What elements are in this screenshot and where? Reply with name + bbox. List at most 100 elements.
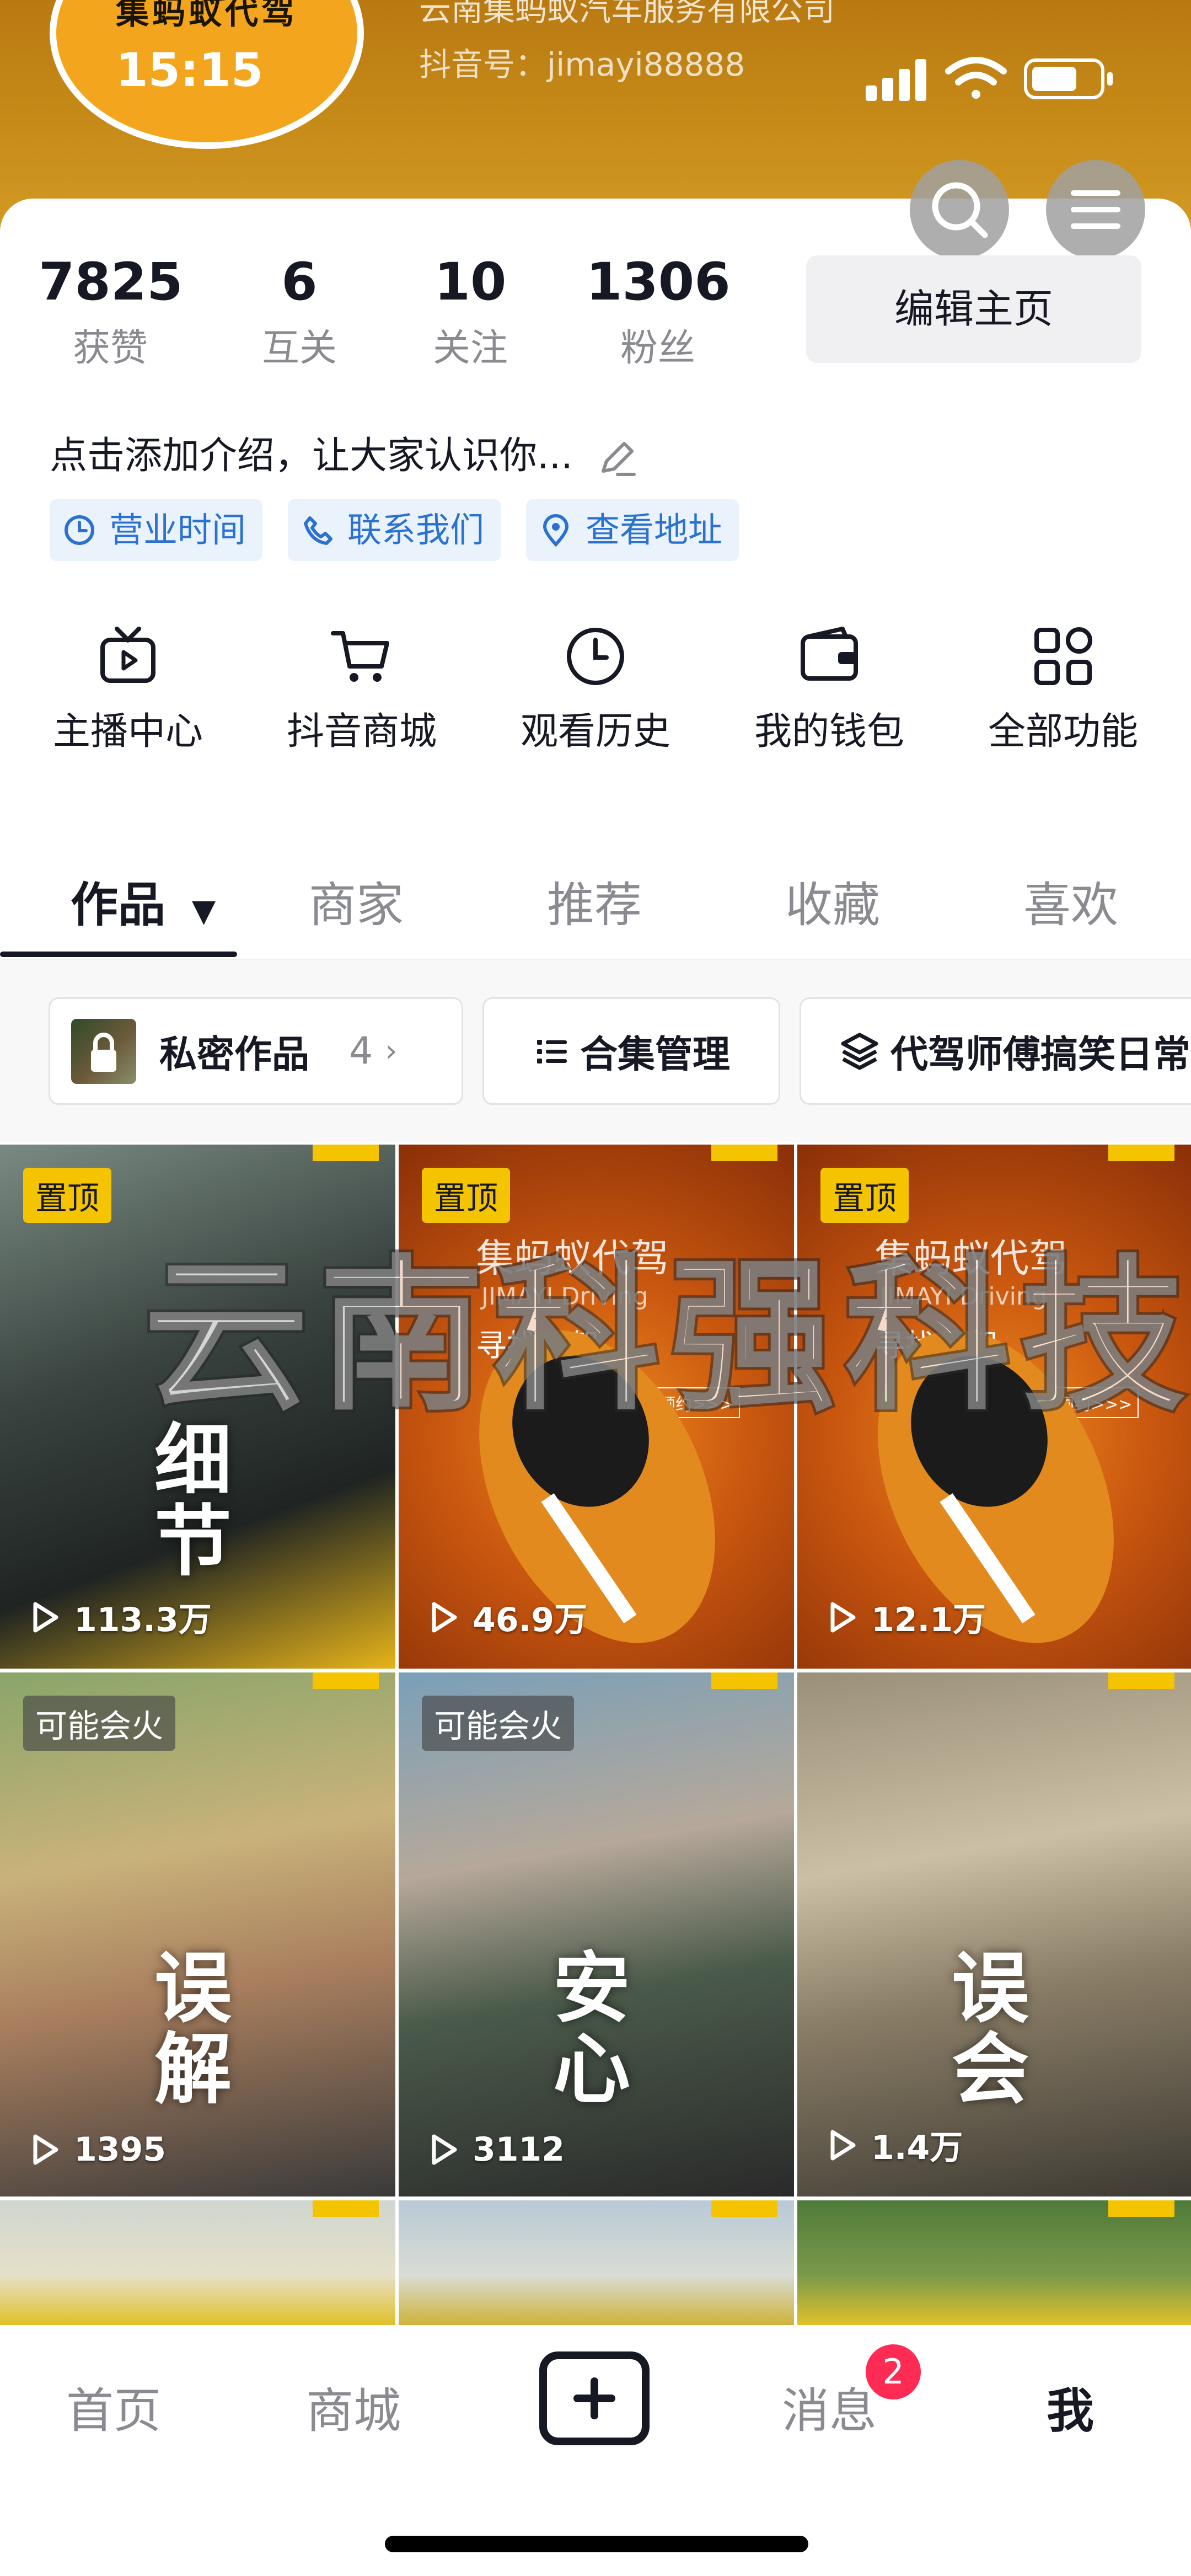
wifi-icon <box>945 57 1007 99</box>
hamburger-menu-icon <box>1071 190 1120 229</box>
function-all-features[interactable]: 全部功能 <box>964 623 1162 755</box>
play-count: 46.9万 <box>425 1593 587 1641</box>
play-icon <box>830 2130 856 2160</box>
function-my-wallet[interactable]: 我的钱包 <box>730 623 929 755</box>
trending-badge: 可能会火 <box>23 1696 176 1751</box>
function-label: 全部功能 <box>988 710 1138 753</box>
video-tile[interactable]: 可能会火 误解 1395 <box>0 1672 395 2196</box>
home-indicator <box>385 2536 808 2552</box>
chip-label: 代驾师傅搞笑日常 <box>890 1033 1191 1077</box>
tag-label: 查看地址 <box>586 510 723 550</box>
private-works-count: 4 <box>349 1029 373 1073</box>
tag-label: 联系我们 <box>347 510 485 550</box>
tag-view-address[interactable]: 查看地址 <box>526 499 739 561</box>
stat-label: 粉丝 <box>620 327 695 371</box>
function-label: 抖音商城 <box>286 710 437 753</box>
function-douyin-mall[interactable]: 抖音商城 <box>262 623 461 755</box>
stat-value: 7825 <box>39 252 183 312</box>
video-tile[interactable] <box>797 2200 1191 2325</box>
playlist-chip[interactable]: 代驾师傅搞笑日常 <box>800 997 1191 1105</box>
watermark-text: 云南科强科技 <box>141 1238 1191 1436</box>
stat-value: 10 <box>434 252 507 312</box>
layers-icon <box>841 1033 878 1070</box>
nav-home[interactable]: 首页 <box>66 2372 161 2441</box>
stat-following[interactable]: 10 关注 <box>399 254 542 372</box>
search-icon <box>932 182 988 238</box>
brand-tag <box>313 2200 379 2217</box>
brand-tag <box>1108 2200 1174 2217</box>
stat-value: 6 <box>281 252 318 312</box>
function-label: 观看历史 <box>520 710 670 753</box>
video-tile[interactable] <box>0 2200 395 2325</box>
function-watch-history[interactable]: 观看历史 <box>496 623 695 755</box>
nav-me[interactable]: 我 <box>1047 2372 1094 2441</box>
play-icon <box>830 1602 856 1632</box>
video-caption: 误会 <box>952 1944 1029 2115</box>
status-bar-time: 15:15 <box>116 43 264 97</box>
tab-works[interactable]: 作品 ▼ <box>71 866 216 935</box>
plus-icon <box>573 2377 615 2419</box>
battery-icon <box>1024 58 1113 99</box>
trending-badge: 可能会火 <box>422 1696 575 1751</box>
pencil-edit-icon <box>602 442 636 477</box>
private-works-chip[interactable]: 私密作品 4 › <box>49 997 463 1105</box>
tag-contact-us[interactable]: 联系我们 <box>288 499 501 561</box>
private-works-thumbnail <box>71 1018 136 1084</box>
tab-favorites[interactable]: 收藏 <box>785 866 880 935</box>
menu-button[interactable] <box>1046 160 1145 259</box>
tab-recommended[interactable]: 推荐 <box>547 866 642 935</box>
unread-messages-badge: 2 <box>866 2344 921 2399</box>
stat-label: 关注 <box>432 327 508 371</box>
brand-tag <box>313 1672 379 1689</box>
location-pin-icon <box>543 514 569 547</box>
play-icon <box>432 2134 457 2165</box>
stat-likes[interactable]: 7825 获赞 <box>39 252 183 372</box>
video-caption: 细节 <box>154 1416 232 1587</box>
function-label: 我的钱包 <box>754 710 904 753</box>
stat-label: 获赞 <box>72 327 148 371</box>
collection-manage-chip[interactable]: 合集管理 <box>482 997 780 1105</box>
cellular-signal-icon <box>866 59 926 101</box>
douyin-id[interactable]: 抖音号：jimayi88888 <box>419 39 745 85</box>
tv-icon <box>100 627 155 683</box>
chip-label: 私密作品 <box>159 1033 310 1077</box>
stat-mutual[interactable]: 6 互关 <box>228 254 371 372</box>
nav-mall[interactable]: 商城 <box>306 2372 401 2441</box>
avatar-logo-text: 集蚂蚁代驾 <box>116 0 298 32</box>
create-post-button[interactable] <box>539 2351 650 2445</box>
phone-icon <box>304 516 332 545</box>
clock-icon <box>65 515 94 545</box>
bio-text: 点击添加介绍，让大家认识你... <box>50 434 573 478</box>
play-count-value: 113.3万 <box>74 1601 212 1639</box>
status-bar-icons <box>866 52 1119 102</box>
search-button[interactable] <box>910 160 1009 259</box>
edit-profile-button[interactable]: 编辑主页 <box>806 255 1141 363</box>
chip-label: 合集管理 <box>580 1033 730 1077</box>
bio-placeholder[interactable]: 点击添加介绍，让大家认识你... <box>50 425 640 480</box>
tag-business-hours[interactable]: 营业时间 <box>50 499 263 561</box>
brand-tag <box>313 1145 379 1161</box>
tag-label: 营业时间 <box>109 510 246 550</box>
active-tab-indicator <box>0 952 237 957</box>
list-icon <box>537 1039 567 1063</box>
play-count-value: 12.1万 <box>871 1601 986 1639</box>
tab-likes[interactable]: 喜欢 <box>1023 866 1118 935</box>
video-tile[interactable]: 可能会火 安心 3112 <box>399 1672 794 2196</box>
play-count: 113.3万 <box>26 1593 212 1641</box>
pinned-badge: 置顶 <box>23 1168 112 1223</box>
play-icon <box>33 1602 58 1632</box>
tab-merchant[interactable]: 商家 <box>309 866 404 935</box>
stat-followers[interactable]: 1306 粉丝 <box>586 254 731 372</box>
function-label: 主播中心 <box>52 710 203 753</box>
brand-tag <box>1108 1672 1174 1689</box>
video-tile[interactable] <box>399 2200 794 2325</box>
video-caption: 误解 <box>154 1944 232 2115</box>
function-streamer-center[interactable]: 主播中心 <box>29 623 227 755</box>
caret-down-icon: ▼ <box>191 893 216 929</box>
play-icon <box>432 1602 457 1632</box>
nav-messages[interactable]: 消息 <box>782 2372 877 2441</box>
brand-tag <box>711 2200 777 2217</box>
history-clock-icon <box>567 628 624 685</box>
video-tile[interactable]: 误会 1.4万 <box>797 1672 1191 2196</box>
play-count-value: 1.4万 <box>871 2129 963 2167</box>
